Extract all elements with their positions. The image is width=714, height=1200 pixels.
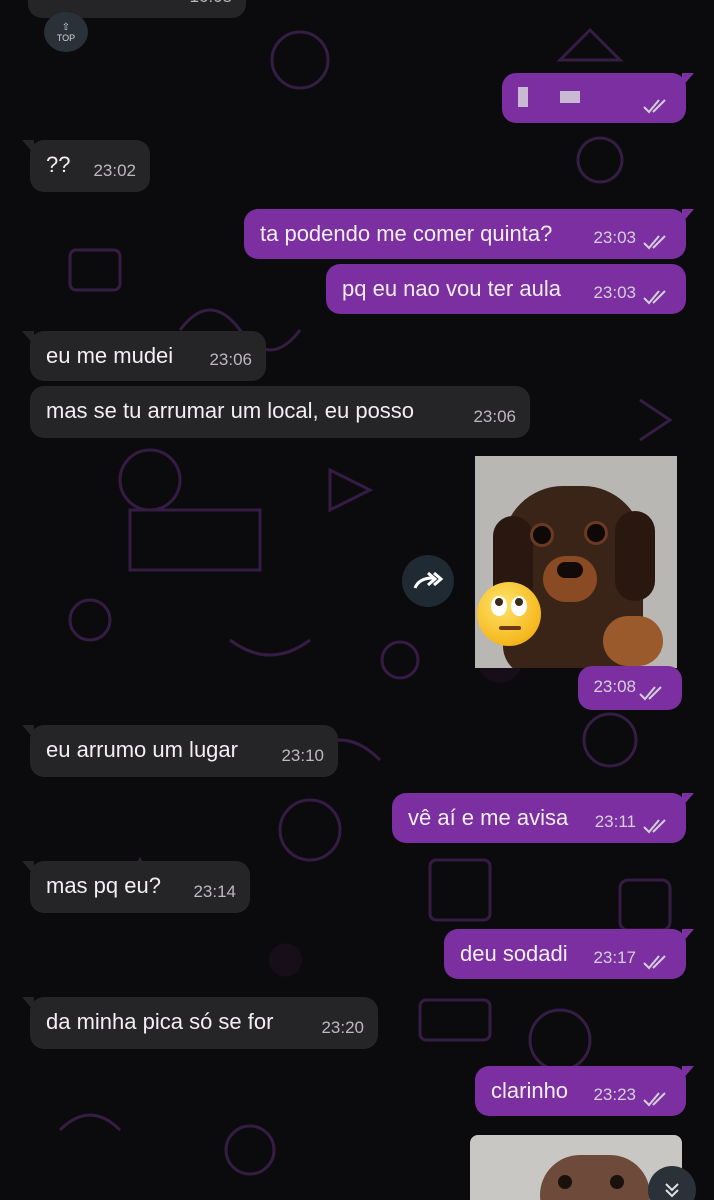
double-check-icon (643, 955, 666, 970)
message-bubble-outgoing[interactable]: deu sodadi 23:17 (444, 929, 694, 979)
message-text: vê aí e me avisa (408, 805, 569, 830)
message-time: 23:20 (321, 1018, 364, 1037)
message-bubble-outgoing[interactable]: vê aí e me avisa 23:11 (392, 793, 694, 843)
message-text: eu me mudei (46, 343, 174, 368)
dog-head (540, 1155, 650, 1200)
message-bubble-incoming[interactable]: mas pq eu? 23:14 (22, 861, 250, 913)
message-time: 23:14 (193, 882, 236, 901)
message-text: ta podendo me comer quinta? (260, 221, 553, 246)
chat-area[interactable]: 16:08 ⇧ TOP ?? 23:02 ta podendo me comer… (0, 0, 714, 1200)
scroll-down-button[interactable] (648, 1166, 696, 1200)
dog-eye (587, 524, 605, 542)
eye-roll-emoji-icon (477, 582, 541, 646)
double-check-icon (643, 99, 666, 114)
double-check-icon (643, 235, 666, 250)
top-icon: ⇧ (61, 21, 71, 33)
dog-photo[interactable] (475, 456, 677, 668)
double-check-icon (643, 1092, 666, 1107)
message-bubble-outgoing[interactable]: clarinho 23:23 (475, 1066, 694, 1116)
double-check-icon (639, 686, 662, 701)
dog-eye (533, 526, 551, 544)
scroll-top-button[interactable]: ⇧ TOP (44, 12, 88, 52)
double-check-icon (643, 819, 666, 834)
message-bubble-incoming[interactable]: da minha pica só se for 23:20 (22, 997, 378, 1049)
top-label: TOP (56, 32, 76, 43)
dog-nose (557, 562, 583, 578)
dog-ear-right (615, 511, 655, 601)
message-text: mas pq eu? (46, 873, 161, 898)
censored-message[interactable] (502, 73, 694, 123)
message-time: 23:10 (281, 746, 324, 765)
message-time: 23:11 (594, 812, 636, 831)
dog-eye (558, 1175, 572, 1189)
message-bubble-outgoing[interactable]: pq eu nao vou ter aula 23:03 (326, 264, 686, 314)
message-text: clarinho (491, 1078, 569, 1103)
dog-eye (610, 1175, 624, 1189)
message-time: 23:06 (473, 407, 516, 426)
dog-paw (603, 616, 663, 666)
forward-button[interactable] (402, 555, 454, 607)
message-bubble-outgoing[interactable]: 23:08 (578, 666, 682, 710)
forward-icon (413, 571, 444, 589)
message-bubble-incoming[interactable]: mas se tu arrumar um local, eu posso 23:… (30, 386, 530, 438)
message-time: 16:08 (189, 0, 232, 10)
message-text: pq eu nao vou ter aula (342, 276, 561, 301)
message-bubble-incoming[interactable]: ?? 23:02 (22, 140, 150, 192)
message-time: 23:08 (593, 677, 636, 696)
message-bubble-incoming[interactable]: eu me mudei 23:06 (22, 331, 266, 381)
message-text: ?? (46, 152, 71, 177)
message-time: 23:17 (593, 948, 636, 967)
redaction-block (560, 91, 580, 103)
message-time: 23:02 (93, 161, 136, 180)
message-text: da minha pica só se for (46, 1009, 274, 1034)
double-check-icon (643, 290, 666, 305)
message-time: 23:03 (593, 283, 636, 302)
message-text: deu sodadi (460, 941, 568, 966)
scroll-down-icon (665, 1183, 679, 1198)
message-text: eu arrumo um lugar (46, 737, 238, 762)
redaction-block (518, 87, 528, 107)
message-time: 23:03 (593, 228, 636, 247)
message-bubble-outgoing[interactable]: ta podendo me comer quinta? 23:03 (244, 209, 694, 259)
message-time: 23:06 (209, 350, 252, 369)
message-bubble-incoming[interactable]: eu arrumo um lugar 23:10 (22, 725, 338, 777)
message-time: 23:23 (593, 1085, 636, 1104)
message-text: mas se tu arrumar um local, eu posso (46, 398, 415, 423)
